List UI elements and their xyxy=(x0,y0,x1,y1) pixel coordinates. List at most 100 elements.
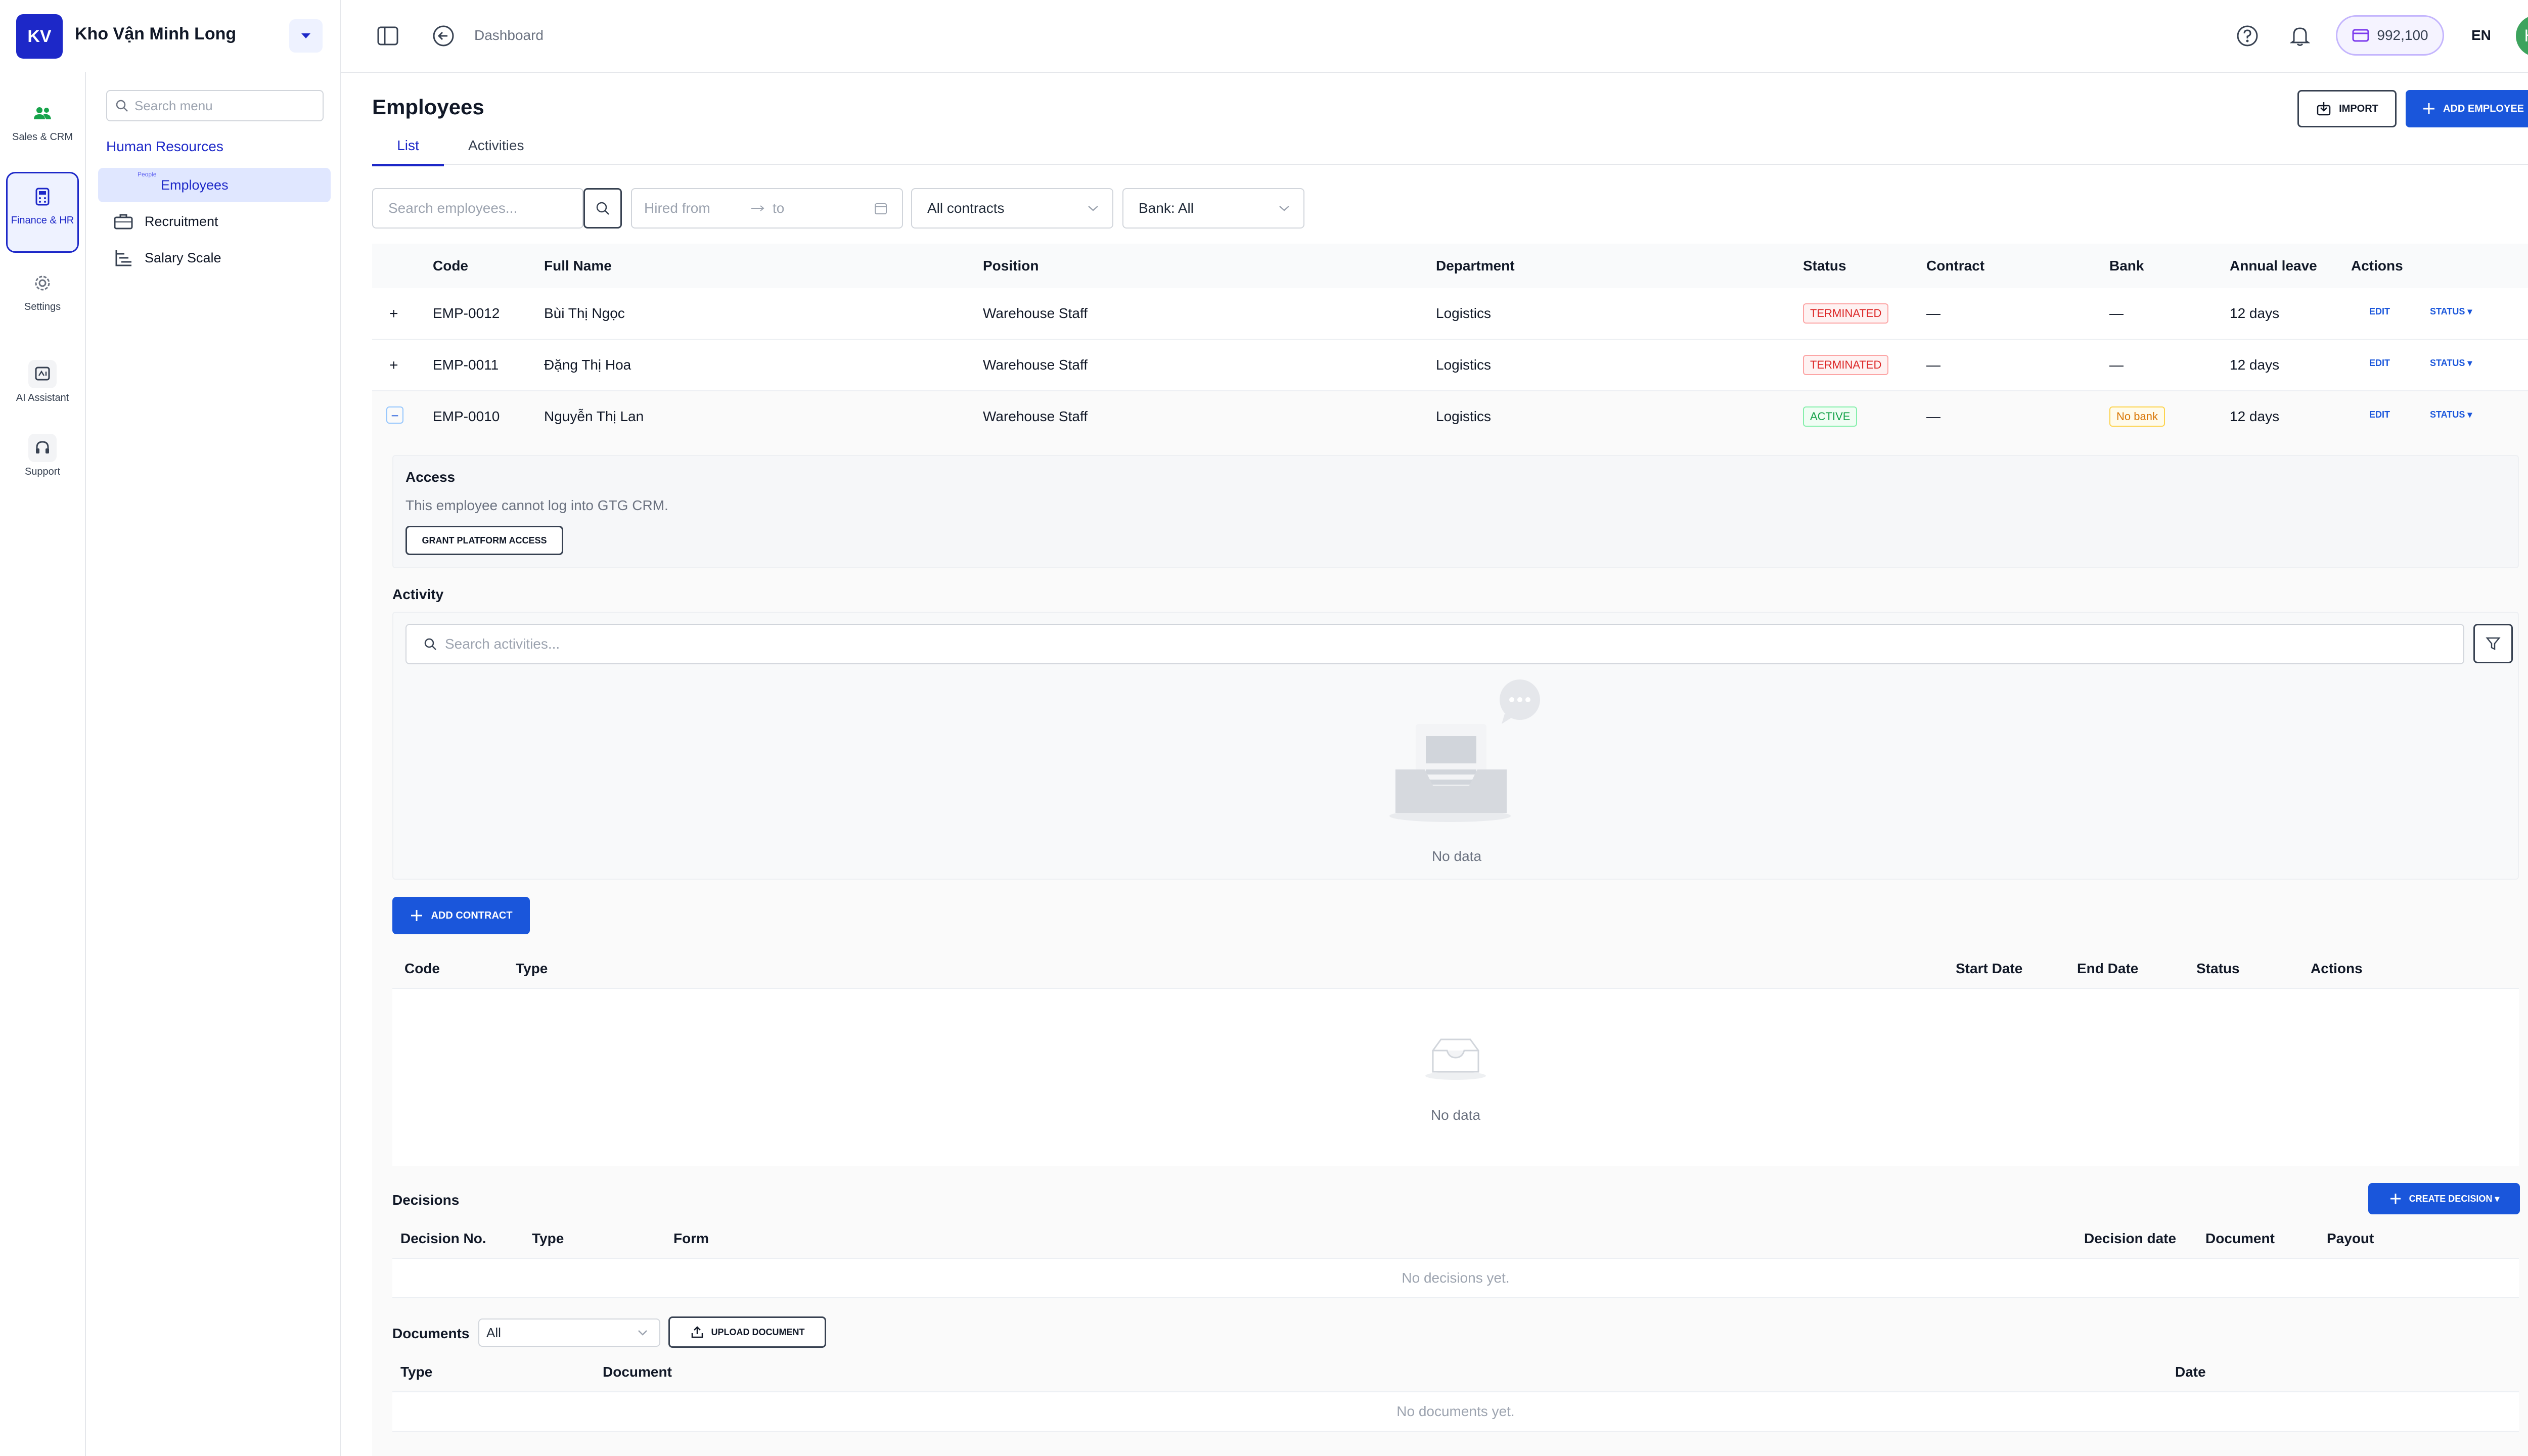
column-header[interactable]: Type xyxy=(400,1364,432,1380)
search-icon xyxy=(116,100,128,112)
employee-search-button[interactable] xyxy=(583,188,622,229)
credit-balance[interactable]: 992,100 xyxy=(2336,15,2444,56)
status-dropdown-button[interactable]: STATUS ▾ xyxy=(2430,410,2472,420)
column-header[interactable]: Payout xyxy=(2327,1231,2374,1247)
tab-list[interactable]: List xyxy=(372,138,444,166)
rail-item-settings[interactable]: Settings xyxy=(6,269,79,312)
rail-item-ai-assistant[interactable]: AI Assistant xyxy=(6,360,79,403)
tab-activities[interactable]: Activities xyxy=(468,138,524,164)
sidebar-toggle-icon xyxy=(377,26,398,46)
edit-button[interactable]: EDIT xyxy=(2369,306,2390,317)
company-switcher-button[interactable] xyxy=(289,19,323,53)
credit-amount: 992,100 xyxy=(2377,27,2428,43)
column-header[interactable]: Type xyxy=(532,1231,564,1247)
menu-item-employees[interactable]: People Employees xyxy=(98,168,331,202)
top-bar: KV Kho Vận Minh Long Dashboard 992,100 E… xyxy=(0,0,2528,73)
contracts-table-body: No data xyxy=(392,989,2519,1166)
users-icon xyxy=(28,99,57,127)
document-type-select[interactable]: All xyxy=(478,1318,660,1347)
activity-card: Search activities... No data xyxy=(392,612,2519,880)
column-header[interactable]: Actions xyxy=(2311,961,2363,977)
rail-item-sales-crm[interactable]: Sales & CRM xyxy=(6,99,79,143)
menu-item-recruitment[interactable]: Recruitment xyxy=(98,204,331,239)
bank-cell: — xyxy=(2109,305,2124,321)
rail-item-finance-hr[interactable]: Finance & HR xyxy=(6,172,79,253)
menu-item-salary-scale[interactable]: Salary Scale xyxy=(98,241,331,275)
column-header[interactable]: Actions xyxy=(2351,258,2403,274)
column-header[interactable]: Decision No. xyxy=(400,1231,486,1247)
activity-search-placeholder: Search activities... xyxy=(445,636,560,652)
plus-icon xyxy=(411,910,423,921)
import-button[interactable]: IMPORT xyxy=(2297,90,2397,127)
column-header[interactable]: Status xyxy=(2196,961,2240,977)
access-title: Access xyxy=(405,469,456,485)
table-row[interactable]: + EMP-0012 Bùi Thị Ngọc Warehouse Staff … xyxy=(372,288,2528,340)
column-header[interactable]: Decision date xyxy=(2084,1231,2176,1247)
language-switcher[interactable]: EN xyxy=(2471,27,2491,43)
section-menu: Search menu Human Resources People Emplo… xyxy=(86,72,341,1456)
edit-button[interactable]: EDIT xyxy=(2369,358,2390,369)
column-header[interactable]: Annual leave xyxy=(2230,258,2317,274)
column-header[interactable]: Document xyxy=(603,1364,672,1380)
company-logo[interactable]: KV xyxy=(16,14,63,59)
rail-item-support[interactable]: Support xyxy=(6,434,79,477)
hired-date-range[interactable]: Hired from to xyxy=(631,188,903,229)
status-dropdown-button[interactable]: STATUS ▾ xyxy=(2430,358,2472,369)
table-row[interactable]: + EMP-0011 Đặng Thị Hoa Warehouse Staff … xyxy=(372,340,2528,391)
column-header[interactable]: Code xyxy=(433,258,468,274)
column-header[interactable]: Code xyxy=(404,961,440,977)
user-avatar[interactable]: HH xyxy=(2516,15,2528,57)
decisions-title: Decisions xyxy=(392,1192,460,1208)
expand-row-button[interactable]: + xyxy=(389,305,398,323)
add-contract-button[interactable]: ADD CONTRACT xyxy=(392,897,530,934)
activity-filter-button[interactable] xyxy=(2473,624,2513,663)
breadcrumb[interactable]: Dashboard xyxy=(474,27,544,43)
add-employee-button[interactable]: ADD EMPLOYEE xyxy=(2406,90,2528,127)
help-button[interactable] xyxy=(2235,23,2260,49)
bell-icon xyxy=(2290,27,2310,46)
menu-search-input[interactable]: Search menu xyxy=(106,90,324,121)
expand-row-button[interactable]: + xyxy=(389,357,398,374)
bank-filter-select[interactable]: Bank: All xyxy=(1122,188,1304,229)
activity-search-input[interactable]: Search activities... xyxy=(405,624,2464,664)
column-header[interactable]: Type xyxy=(516,961,548,977)
notifications-button[interactable] xyxy=(2287,23,2313,49)
collapse-row-button[interactable]: − xyxy=(386,406,403,424)
column-header[interactable]: Date xyxy=(2175,1364,2206,1380)
upload-document-button[interactable]: UPLOAD DOCUMENT xyxy=(668,1316,826,1348)
column-header[interactable]: Full Name xyxy=(544,258,612,274)
rail-item-label: Sales & CRM xyxy=(12,131,73,143)
column-header[interactable]: Position xyxy=(983,258,1039,274)
sidebar-toggle-button[interactable] xyxy=(374,22,401,50)
import-icon xyxy=(2317,102,2331,116)
create-decision-button[interactable]: CREATE DECISION ▾ xyxy=(2368,1183,2520,1214)
contract-cell: — xyxy=(1926,357,1940,373)
column-header[interactable]: End Date xyxy=(2077,961,2138,977)
column-header[interactable]: Contract xyxy=(1926,258,1984,274)
contract-filter-select[interactable]: All contracts xyxy=(911,188,1113,229)
upload-icon xyxy=(691,1326,703,1338)
grant-access-label: GRANT PLATFORM ACCESS xyxy=(422,535,547,545)
column-header[interactable]: Status xyxy=(1803,258,1846,274)
column-header[interactable]: Document xyxy=(2205,1231,2275,1247)
column-header[interactable]: Start Date xyxy=(1956,961,2022,977)
column-header[interactable]: Form xyxy=(673,1231,709,1247)
hierarchy-icon xyxy=(115,250,131,266)
back-button[interactable] xyxy=(430,22,457,50)
column-header[interactable]: Bank xyxy=(2109,258,2144,274)
decisions-empty-row: No decisions yet. xyxy=(392,1259,2519,1298)
view-tabs: List Activities xyxy=(372,138,2528,166)
employee-search-input[interactable]: Search employees... xyxy=(372,188,583,229)
employee-code: EMP-0011 xyxy=(433,357,499,373)
status-dropdown-button[interactable]: STATUS ▾ xyxy=(2430,306,2472,317)
menu-search-placeholder: Search menu xyxy=(134,98,213,113)
create-decision-label: CREATE DECISION ▾ xyxy=(2409,1193,2500,1204)
column-header[interactable]: Department xyxy=(1436,258,1515,274)
table-row[interactable]: − EMP-0010 Nguyễn Thị Lan Warehouse Staf… xyxy=(372,391,2528,443)
edit-button[interactable]: EDIT xyxy=(2369,410,2390,420)
employee-name: Nguyễn Thị Lan xyxy=(544,408,644,424)
menu-group-human-resources[interactable]: Human Resources xyxy=(106,139,223,155)
employee-name: Đặng Thị Hoa xyxy=(544,357,631,373)
grant-access-button[interactable]: GRANT PLATFORM ACCESS xyxy=(405,526,563,555)
documents-empty-row: No documents yet. xyxy=(392,1392,2519,1432)
